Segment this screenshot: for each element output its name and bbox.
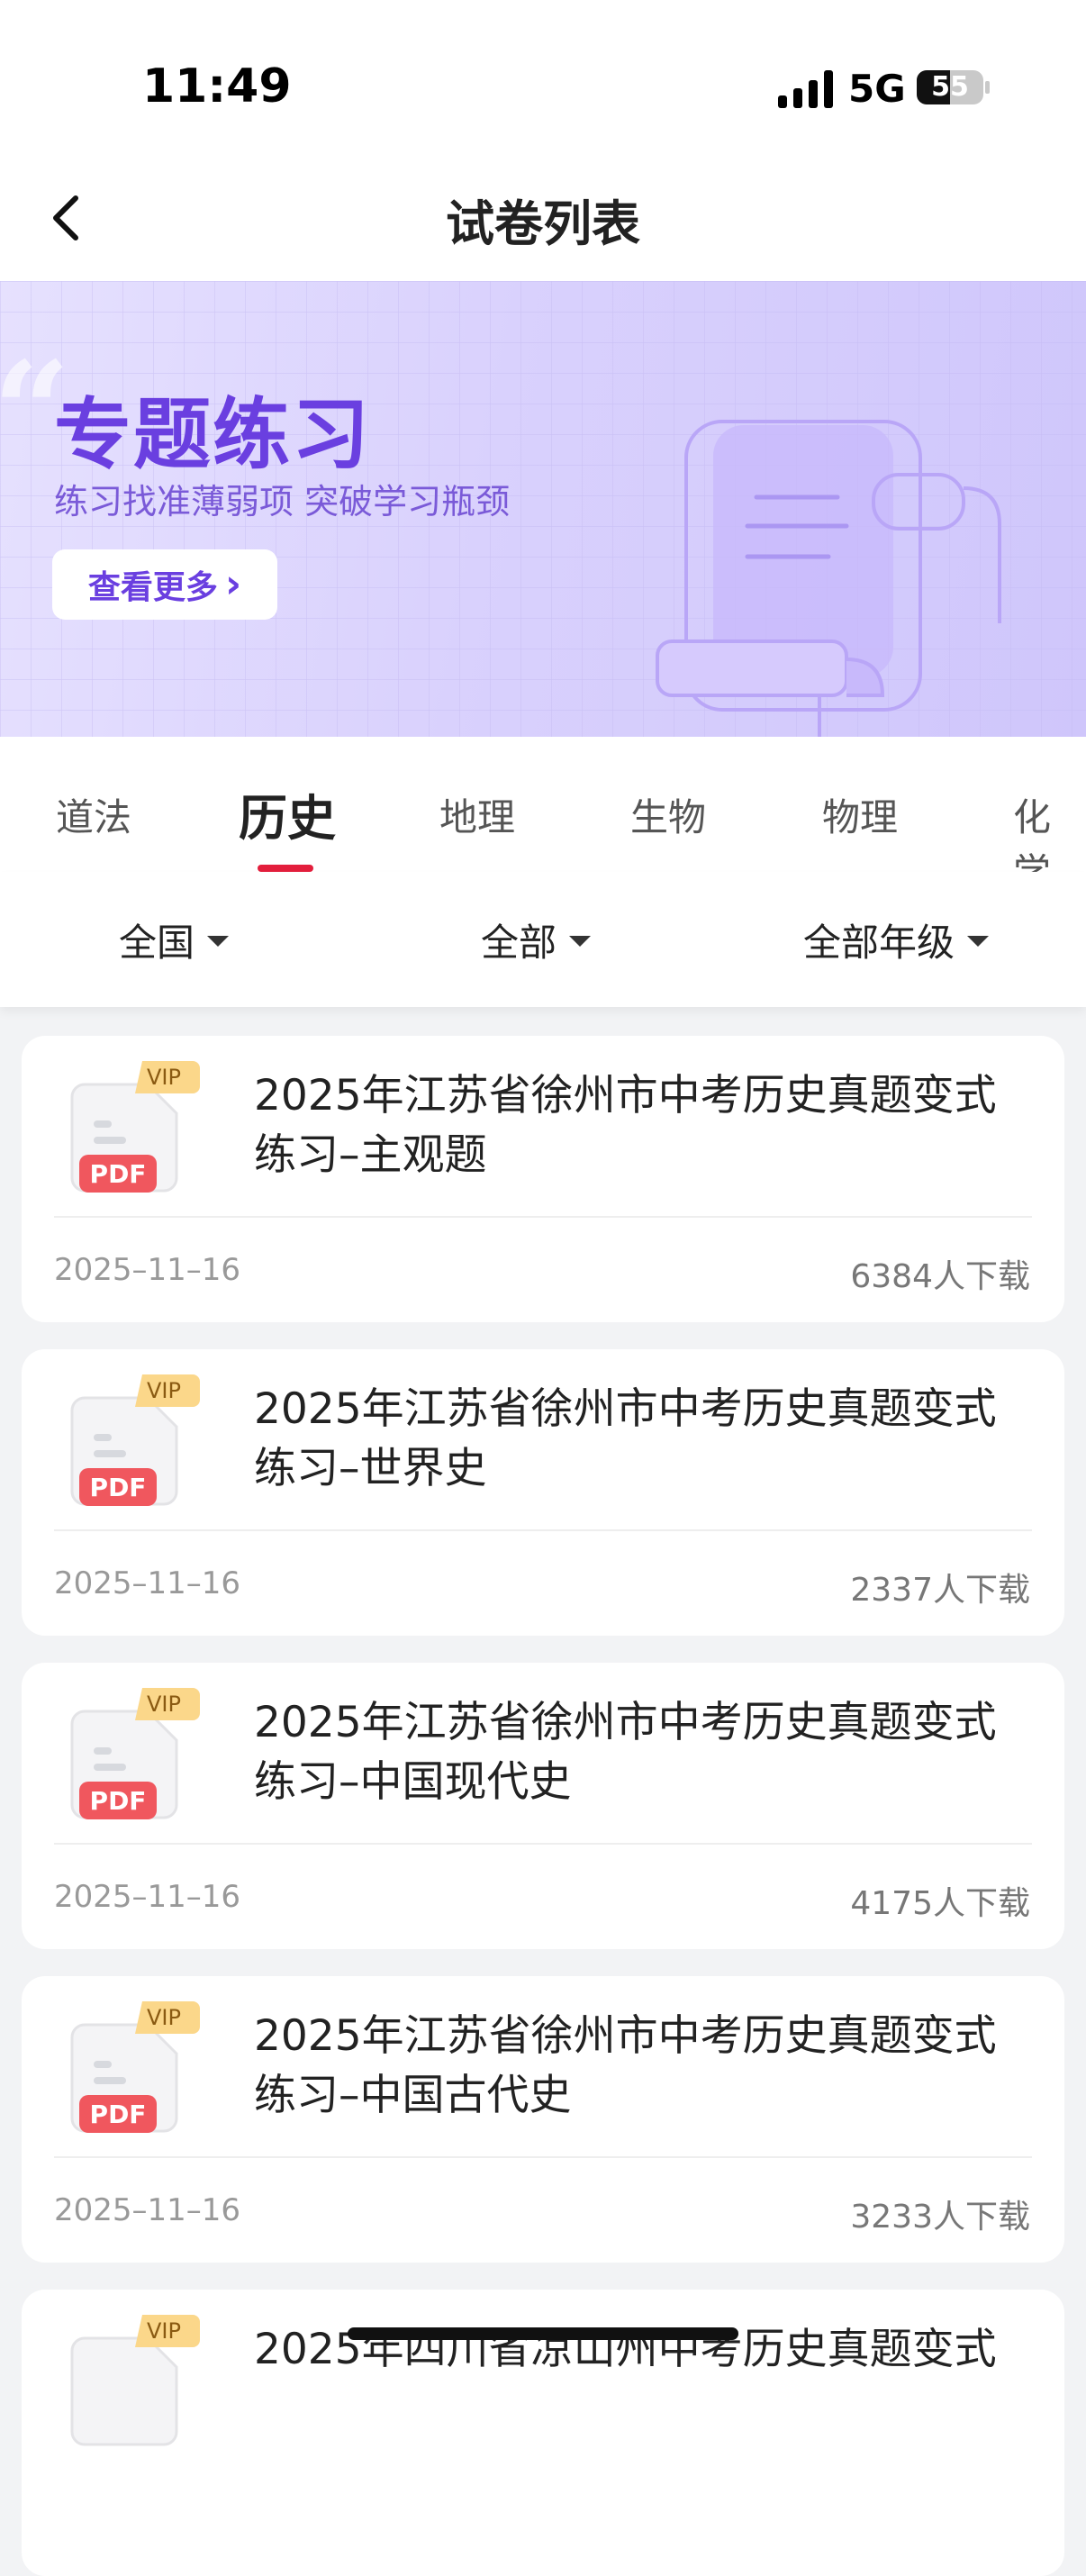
paper-date: 2025–11–16: [54, 1252, 241, 1288]
download-count: 3233人下载: [850, 2199, 1030, 2236]
paper-title: 2025年江苏省徐州市中考历史真题变式练习–主观题: [254, 1071, 997, 1180]
tab-physics[interactable]: 物理: [822, 787, 898, 842]
pdf-vip-icon: PDF VIP: [70, 1374, 200, 1506]
vip-label: VIP: [147, 1692, 181, 1717]
download-count: 6384人下载: [850, 1258, 1030, 1295]
caret-down-icon: [207, 936, 230, 947]
region-filter-label: 全国: [119, 920, 195, 965]
divider: [54, 1216, 1032, 1218]
nav-bar: 试卷列表: [0, 153, 1086, 281]
vip-label: VIP: [147, 2318, 181, 2344]
divider: [54, 1843, 1032, 1845]
paper-date: 2025–11–16: [54, 1879, 241, 1915]
pdf-label: PDF: [90, 1159, 147, 1189]
type-filter[interactable]: 全部: [481, 917, 592, 965]
type-filter-label: 全部: [481, 920, 557, 965]
battery-tip: [985, 81, 990, 94]
banner-title: 专题练习: [54, 390, 371, 480]
tab-biology[interactable]: 生物: [630, 787, 706, 842]
pdf-vip-icon: PDF VIP: [70, 2001, 200, 2133]
vip-label: VIP: [147, 1378, 181, 1403]
status-bar: 11:49 5G 55: [0, 0, 1086, 153]
paper-card[interactable]: PDF VIP 2025年江苏省徐州市中考历史真题变式练习–中国现代史 2025…: [22, 1663, 1064, 1949]
pdf-label: PDF: [90, 2100, 147, 2129]
grade-filter-label: 全部年级: [803, 920, 955, 965]
view-more-label: 查看更多: [87, 569, 218, 606]
pdf-label: PDF: [90, 1473, 147, 1502]
divider: [54, 1529, 1032, 1531]
signal-icon: [778, 70, 834, 108]
filter-bar: 全国 全部 全部年级: [0, 872, 1086, 1007]
network-type: 5G: [848, 67, 906, 111]
pdf-vip-icon: PDF VIP: [70, 1688, 200, 1819]
page-title: 试卷列表: [446, 195, 640, 252]
paper-title: 2025年江苏省徐州市中考历史真题变式练习–世界史: [254, 1384, 997, 1493]
battery-icon: 55: [917, 70, 983, 104]
scroll-document-icon: [656, 420, 1001, 737]
tab-daofa[interactable]: 道法: [56, 787, 131, 842]
battery-level: 55: [931, 71, 969, 103]
topic-practice-banner[interactable]: “ 专题练习 练习找准薄弱项 突破学习瓶颈 查看更多 ›: [0, 281, 1086, 737]
tab-geography[interactable]: 地理: [439, 787, 515, 842]
home-indicator[interactable]: [348, 2327, 738, 2340]
pdf-vip-icon: VIP: [70, 2315, 200, 2446]
paper-date: 2025–11–16: [54, 1565, 241, 1601]
vip-label: VIP: [147, 2005, 181, 2030]
paper-card[interactable]: PDF VIP 2025年江苏省徐州市中考历史真题变式练习–中国古代史 2025…: [22, 1976, 1064, 2263]
subject-tabs: 道法 历史 地理 生物 物理 化学: [0, 737, 1086, 894]
vip-label: VIP: [147, 1065, 181, 1090]
paper-title: 2025年江苏省徐州市中考历史真题变式练习–中国古代史: [254, 2011, 997, 2120]
paper-title: 2025年江苏省徐州市中考历史真题变式练习–中国现代史: [254, 1698, 997, 1807]
tab-history[interactable]: 历史: [239, 778, 336, 849]
pdf-label: PDF: [90, 1786, 147, 1816]
region-filter[interactable]: 全国: [119, 917, 230, 965]
grade-filter[interactable]: 全部年级: [803, 917, 990, 965]
paper-date: 2025–11–16: [54, 2192, 241, 2228]
divider: [54, 2156, 1032, 2158]
paper-card[interactable]: PDF VIP 2025年江苏省徐州市中考历史真题变式练习–主观题 2025–1…: [22, 1036, 1064, 1322]
paper-card[interactable]: PDF VIP 2025年江苏省徐州市中考历史真题变式练习–世界史 2025–1…: [22, 1349, 1064, 1636]
download-count: 4175人下载: [850, 1885, 1030, 1922]
caret-down-icon: [569, 936, 592, 947]
pdf-vip-icon: PDF VIP: [70, 1061, 200, 1193]
active-tab-indicator: [258, 865, 313, 872]
download-count: 2337人下载: [850, 1572, 1030, 1609]
banner-subtitle: 练习找准薄弱项 突破学习瓶颈: [54, 482, 511, 522]
caret-down-icon: [967, 936, 990, 947]
chevron-right-icon: ›: [224, 561, 242, 607]
view-more-button[interactable]: 查看更多 ›: [52, 549, 277, 620]
status-time: 11:49: [142, 59, 292, 113]
